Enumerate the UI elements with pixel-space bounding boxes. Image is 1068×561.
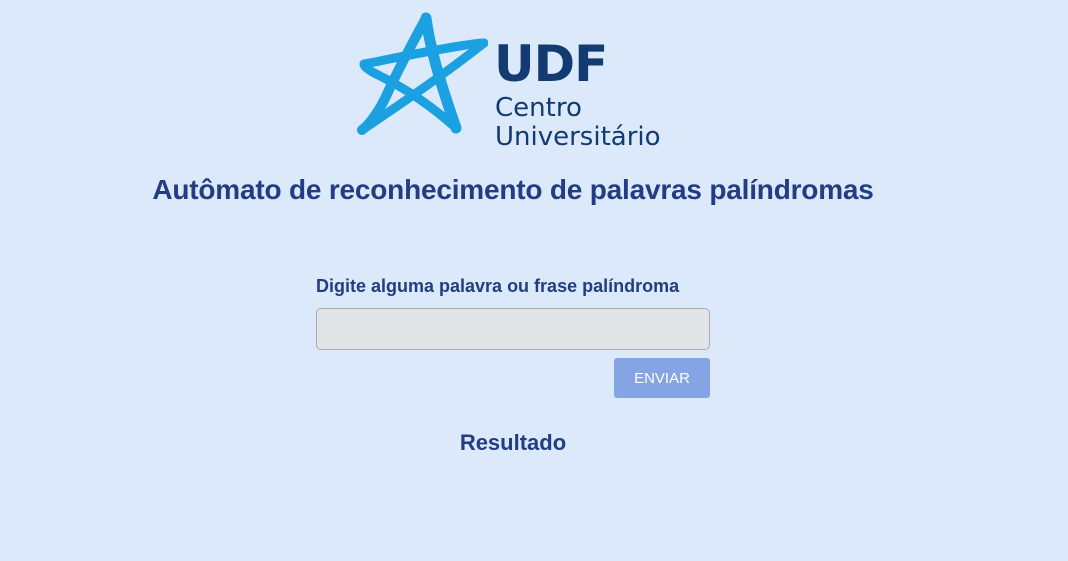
logo-brand-text: UDF xyxy=(494,35,608,93)
star-icon xyxy=(357,12,488,135)
word-input-label: Digite alguma palavra ou frase palíndrom… xyxy=(316,276,680,296)
udf-logo: UDF Centro Universitário xyxy=(356,12,666,154)
result-heading: Resultado xyxy=(459,430,567,455)
send-button[interactable]: ENVIAR xyxy=(614,358,710,398)
page-title: Autômato de reconhecimento de palavras p… xyxy=(152,174,874,205)
word-input[interactable] xyxy=(316,308,710,350)
logo-subtitle-line2: Universitário xyxy=(495,122,661,152)
logo-subtitle-line1: Centro xyxy=(495,93,582,123)
palindrome-form: Digite alguma palavra ou frase palíndrom… xyxy=(316,274,710,398)
